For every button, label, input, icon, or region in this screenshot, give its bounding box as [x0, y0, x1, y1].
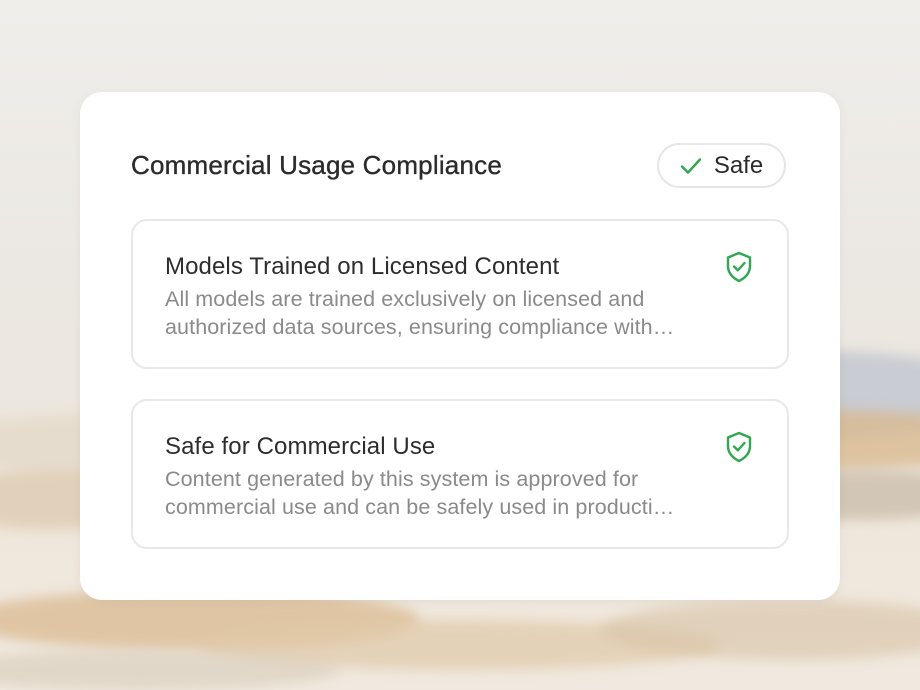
- shield-check-icon: [725, 251, 753, 288]
- item-description: All models are trained exclusively on li…: [165, 287, 675, 339]
- compliance-item: Safe for Commercial Use Content generate…: [131, 399, 789, 549]
- shield-check-icon: [725, 431, 753, 468]
- item-description: Content generated by this system is appr…: [165, 467, 675, 519]
- item-title: Models Trained on Licensed Content: [165, 253, 560, 280]
- status-badge: Safe: [657, 143, 786, 188]
- compliance-item: Models Trained on Licensed Content All m…: [131, 219, 789, 369]
- status-label: Safe: [713, 151, 764, 179]
- check-icon: [680, 157, 702, 175]
- card-title: Commercial Usage Compliance: [131, 150, 502, 180]
- item-title: Safe for Commercial Use: [165, 433, 436, 460]
- compliance-card: Commercial Usage Compliance Safe Models …: [80, 92, 840, 600]
